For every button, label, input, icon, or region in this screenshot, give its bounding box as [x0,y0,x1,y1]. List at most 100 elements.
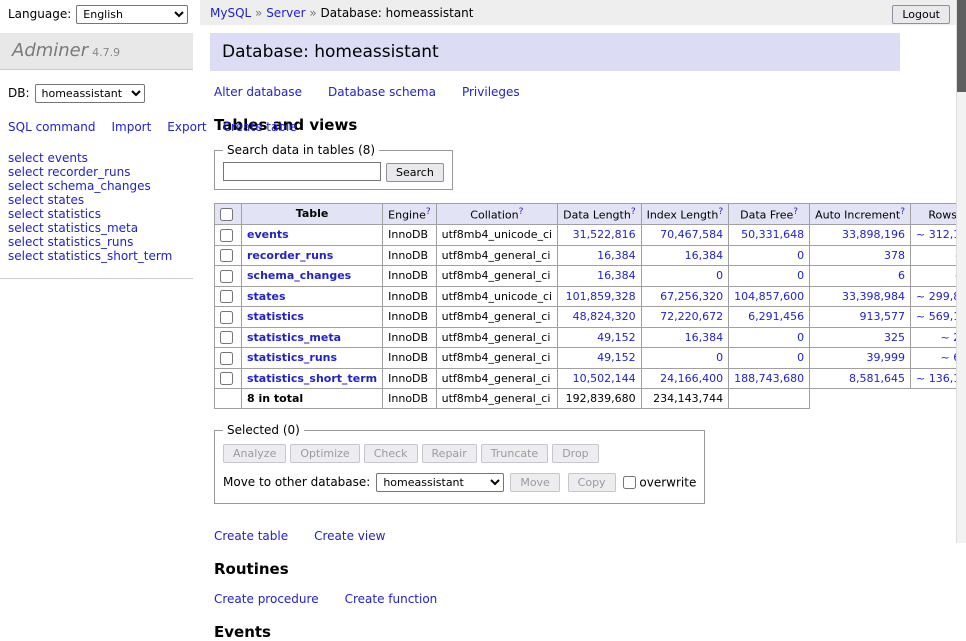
search-input[interactable] [223,162,381,181]
bulk-repair-button[interactable]: Repair [422,444,477,463]
sidebar-select-states[interactable]: select states [8,194,185,207]
index-length-link[interactable]: 24,166,400 [660,372,723,385]
sidebar-link-import[interactable]: Import [111,120,151,134]
row-checkbox[interactable] [220,290,233,303]
bulk-analyze-button[interactable]: Analyze [223,444,286,463]
sidebar-link-create-table[interactable]: Create table [223,120,297,134]
sidebar-select-statistics-meta[interactable]: select statistics_meta [8,222,185,235]
database-schema-link[interactable]: Database schema [328,85,436,99]
language-select[interactable]: English [76,5,188,24]
index-length-link[interactable]: 16,384 [685,249,724,262]
data-free-link[interactable]: 6,291,456 [748,310,804,323]
table-link-statistics-short-term[interactable]: statistics_short_term [247,372,377,385]
alter-database-link[interactable]: Alter database [214,85,302,99]
breadcrumb-item-mysql[interactable]: MySQL [210,6,251,20]
sidebar-select-schema-changes[interactable]: select schema_changes [8,180,185,193]
data-free-link[interactable]: 188,743,680 [734,372,804,385]
auto-increment-link[interactable]: 6 [898,269,905,282]
column-help-link[interactable]: ? [631,207,636,217]
collation-cell: utf8mb4_unicode_ci [436,225,557,246]
auto-increment-link[interactable]: 378 [884,249,905,262]
row-checkbox[interactable] [220,229,233,242]
scrollbar[interactable] [956,0,966,543]
select-all-checkbox[interactable] [220,208,233,221]
table-link-recorder-runs[interactable]: recorder_runs [247,249,333,262]
row-checkbox[interactable] [220,352,233,365]
column-help-link[interactable]: ? [718,207,723,217]
bulk-truncate-button[interactable]: Truncate [481,444,548,463]
sidebar-select-statistics-short-term[interactable]: select statistics_short_term [8,250,185,263]
data-length-link[interactable]: 101,859,328 [566,290,636,303]
data-length-link[interactable]: 10,502,144 [573,372,636,385]
create-view-link[interactable]: Create view [314,529,385,543]
sidebar-select-recorder-runs[interactable]: select recorder_runs [8,166,185,179]
index-length-link[interactable]: 72,220,672 [660,310,723,323]
breadcrumb-item-server[interactable]: Server [266,6,305,20]
create-table-link[interactable]: Create table [214,529,288,543]
sidebar-select-statistics[interactable]: select statistics [8,208,185,221]
db-select[interactable]: homeassistant [35,84,145,103]
sidebar-link-export[interactable]: Export [167,120,206,134]
sidebar-select-events[interactable]: select events [8,152,185,165]
data-free-cell: 0 [729,327,810,348]
data-length-link[interactable]: 16,384 [597,269,636,282]
column-help-link[interactable]: ? [900,207,905,217]
routine-links: Create procedure Create function [214,592,956,606]
privileges-link[interactable]: Privileges [462,85,520,99]
app-name[interactable]: Adminer [12,40,88,61]
overwrite-checkbox[interactable] [623,476,636,489]
app-version[interactable]: 4.7.9 [92,46,120,59]
total-empty-cell [729,389,810,409]
data-length-link[interactable]: 31,522,816 [573,228,636,241]
search-button[interactable]: Search [386,163,444,182]
create-procedure-link[interactable]: Create procedure [214,592,319,606]
move-db-select[interactable]: homeassistant [376,473,504,492]
table-link-states[interactable]: states [247,290,286,303]
data-free-link[interactable]: 50,331,648 [741,228,804,241]
row-checkbox[interactable] [220,311,233,324]
row-checkbox[interactable] [220,372,233,385]
column-help-link[interactable]: ? [426,207,431,217]
table-link-statistics-runs[interactable]: statistics_runs [247,351,337,364]
app-header: Adminer 4.7.9 [0,33,193,70]
index-length-link[interactable]: 0 [716,269,723,282]
data-free-link[interactable]: 0 [797,351,804,364]
bulk-check-button[interactable]: Check [364,444,418,463]
row-checkbox[interactable] [220,249,233,262]
copy-button[interactable]: Copy [568,473,616,492]
data-length-link[interactable]: 16,384 [597,249,636,262]
data-free-link[interactable]: 0 [797,269,804,282]
data-free-link[interactable]: 104,857,600 [734,290,804,303]
move-button[interactable]: Move [510,473,560,492]
row-checkbox[interactable] [220,331,233,344]
auto-increment-link[interactable]: 325 [884,331,905,344]
table-link-events[interactable]: events [247,228,289,241]
sidebar-select-statistics-runs[interactable]: select statistics_runs [8,236,185,249]
bulk-optimize-button[interactable]: Optimize [290,444,359,463]
auto-increment-link[interactable]: 33,898,196 [842,228,905,241]
auto-increment-link[interactable]: 33,398,984 [842,290,905,303]
table-link-schema-changes[interactable]: schema_changes [247,269,351,282]
scrollbar-thumb[interactable] [957,0,966,92]
column-help-link[interactable]: ? [793,207,798,217]
auto-increment-link[interactable]: 39,999 [867,351,906,364]
data-free-link[interactable]: 0 [797,249,804,262]
auto-increment-link[interactable]: 913,577 [860,310,906,323]
row-checkbox[interactable] [220,270,233,283]
sidebar-link-sql-command[interactable]: SQL command [8,120,95,134]
create-function-link[interactable]: Create function [345,592,438,606]
column-help-link[interactable]: ? [519,207,524,217]
logout-button[interactable]: Logout [892,5,950,24]
index-length-link[interactable]: 70,467,584 [660,228,723,241]
index-length-link[interactable]: 0 [716,351,723,364]
bulk-drop-button[interactable]: Drop [552,444,598,463]
table-link-statistics-meta[interactable]: statistics_meta [247,331,341,344]
index-length-link[interactable]: 67,256,320 [660,290,723,303]
index-length-link[interactable]: 16,384 [685,331,724,344]
auto-increment-link[interactable]: 8,581,645 [849,372,905,385]
table-link-statistics[interactable]: statistics [247,310,304,323]
data-length-link[interactable]: 49,152 [597,351,636,364]
data-length-link[interactable]: 49,152 [597,331,636,344]
data-length-link[interactable]: 48,824,320 [573,310,636,323]
data-free-link[interactable]: 0 [797,331,804,344]
